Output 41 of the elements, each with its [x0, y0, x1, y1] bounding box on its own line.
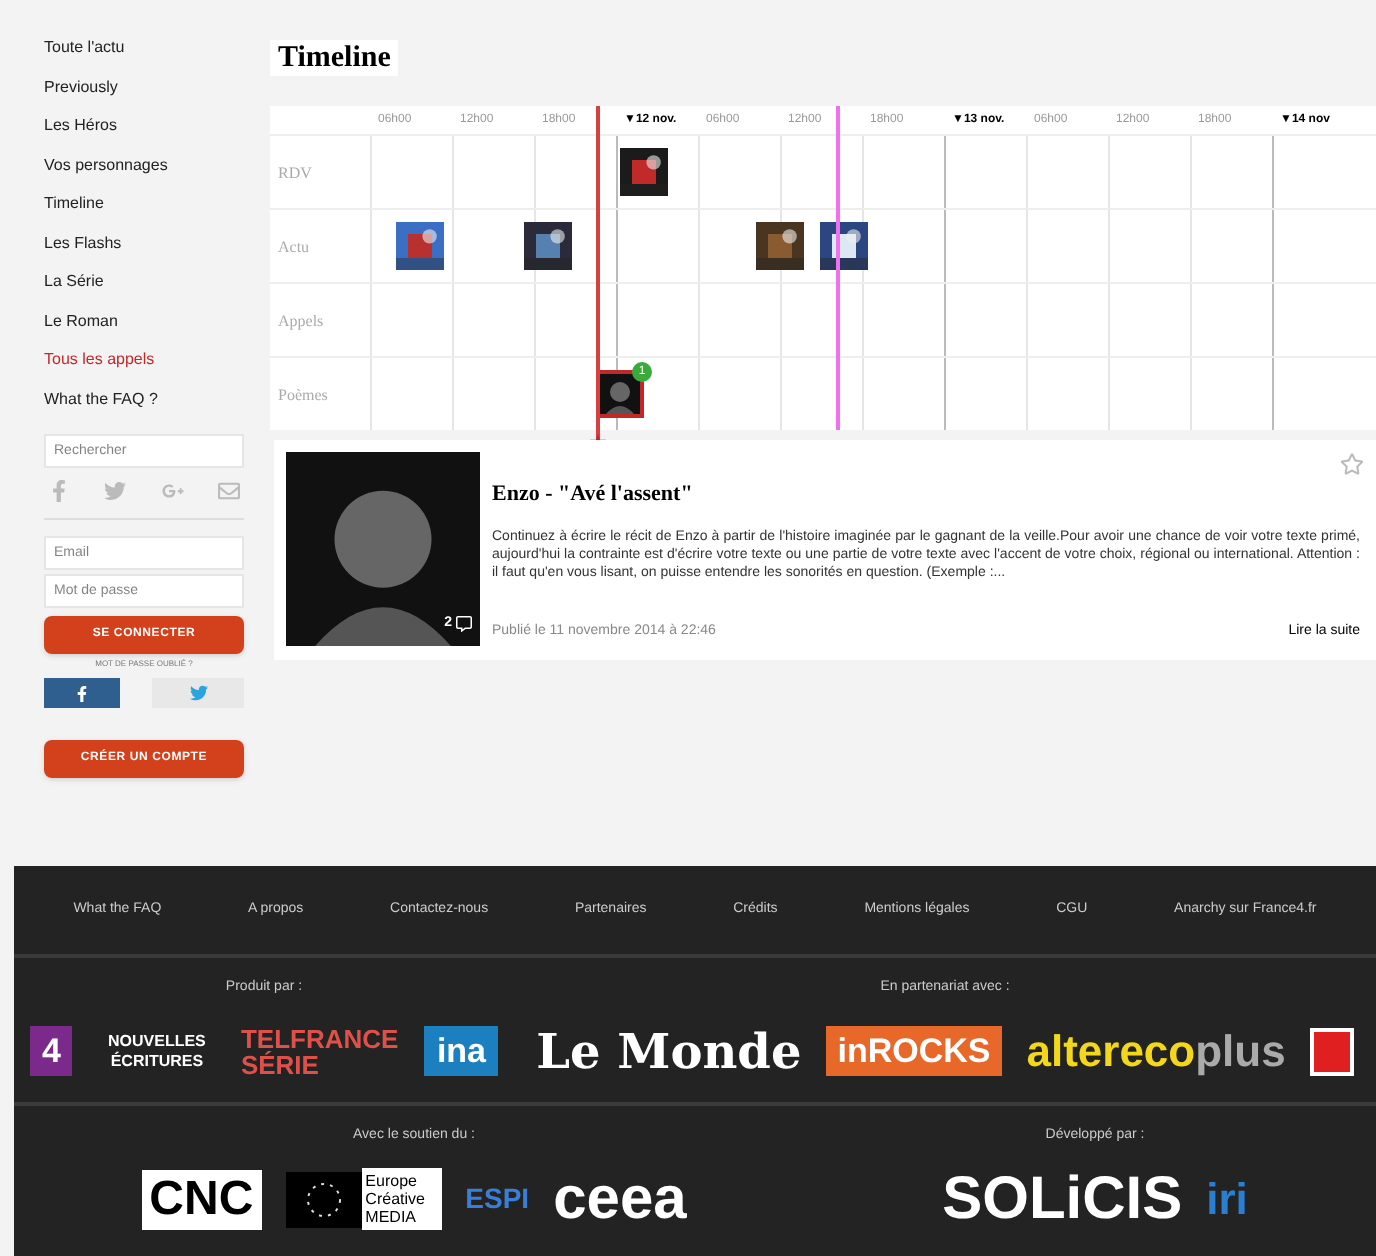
sidebar-link[interactable]: Timeline [44, 184, 244, 223]
sidebar-link[interactable]: Previously [44, 67, 244, 106]
logo: ina [424, 1026, 499, 1076]
row-label: RDV [276, 162, 314, 186]
logo: ceea [553, 1169, 687, 1229]
logo: TELFRANCE SÉRIE [240, 1025, 401, 1077]
facebook-icon [74, 685, 90, 701]
row-label: Actu [276, 236, 312, 260]
sidebar-link[interactable]: Vos personnages [44, 145, 244, 184]
favorite-star-icon[interactable] [1340, 452, 1364, 476]
article-title: Enzo - "Avé l'assent" [492, 480, 695, 510]
sidebar-link[interactable]: Les Héros [44, 106, 244, 145]
sidebar-link[interactable]: What the FAQ ? [44, 379, 244, 418]
logo: NOUVELLES ÉCRITURES [106, 1031, 208, 1071]
google-plus-icon[interactable] [161, 480, 184, 502]
twitter-icon[interactable] [104, 480, 127, 502]
logo: 4 [29, 1026, 73, 1076]
sidebar-link[interactable]: Tous les appels [44, 340, 244, 379]
sidebar-link[interactable]: La Série [44, 262, 244, 301]
comment-icon [456, 615, 472, 632]
row-label: Poèmes [276, 384, 330, 408]
logo: ESPI [465, 1180, 530, 1218]
logo: inROCKS [825, 1026, 1003, 1076]
twitter-icon [189, 684, 207, 702]
facebook-icon[interactable] [48, 480, 70, 502]
facebook-button[interactable] [44, 678, 120, 708]
sidebar-link[interactable]: Les Flashs [44, 223, 244, 262]
logo: Le Monde [536, 1019, 802, 1083]
twitter-button[interactable] [152, 678, 244, 708]
page-title: Timeline [270, 40, 399, 76]
row-label: Appels [276, 310, 326, 334]
logo: iri [1206, 1172, 1248, 1228]
logo: Europe Créative MEDIA [361, 1168, 442, 1230]
mail-icon[interactable] [217, 480, 240, 502]
logo: CNC [141, 1169, 262, 1229]
logo: SOLiCIS [942, 1169, 1183, 1229]
sidebar-link[interactable]: Toute l'actu [44, 28, 244, 67]
sidebar-link[interactable]: Le Roman [44, 301, 244, 340]
stars-flag-icon [285, 1171, 362, 1227]
radio-logo-icon [1309, 1027, 1354, 1075]
logo: alterecoplus [1026, 1024, 1286, 1080]
